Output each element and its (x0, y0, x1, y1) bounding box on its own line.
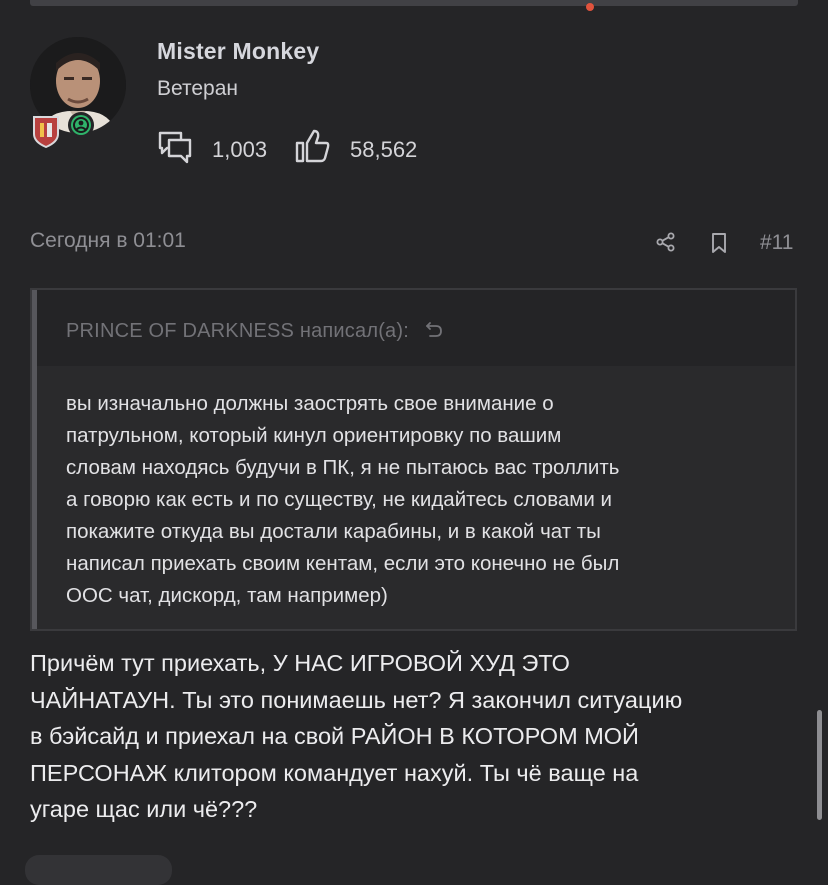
shield-badge-icon (31, 114, 61, 153)
quote-text: вы изначально должны заострять свое вним… (66, 392, 620, 607)
thumbs-up-icon (295, 128, 331, 169)
scrollbar[interactable] (817, 710, 822, 820)
user-rank: Ветеран (157, 77, 239, 100)
speech-bubbles-icon (157, 130, 193, 171)
post-body: Причём тут приехать, У НАС ИГРОВОЙ ХУД Э… (30, 650, 683, 822)
reaction-button[interactable] (25, 855, 172, 885)
top-bar (30, 0, 798, 6)
reply-arrow-icon[interactable] (425, 321, 443, 345)
reactions-count: 58,562 (350, 137, 418, 162)
online-status-icon (68, 112, 94, 138)
quote-author-link[interactable]: PRINCE OF DARKNESS написал(а): (66, 320, 443, 345)
share-icon[interactable] (654, 230, 678, 254)
username[interactable]: Mister Monkey (157, 38, 319, 65)
quote-author-label: PRINCE OF DARKNESS написал(а): (66, 320, 410, 342)
messages-count: 1,003 (212, 137, 268, 162)
bookmark-icon[interactable] (708, 231, 730, 255)
post-date[interactable]: Сегодня в 01:01 (30, 229, 186, 253)
post-number[interactable]: #11 (760, 231, 793, 255)
quote-block: PRINCE OF DARKNESS написал(а): вы изнача… (30, 288, 797, 631)
notification-dot (586, 3, 594, 11)
